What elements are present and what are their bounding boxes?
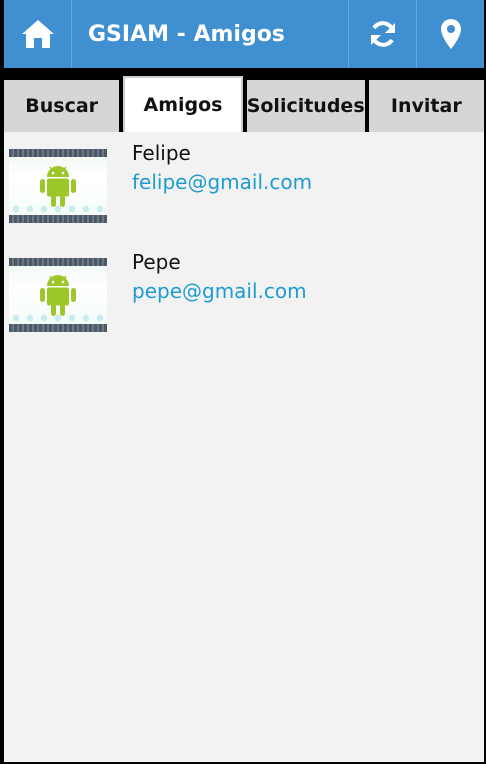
action-bar: GSIAM - Amigos: [4, 0, 484, 68]
list-item[interactable]: Felipe felipe@gmail.com: [4, 132, 484, 241]
avatar: [9, 149, 107, 223]
home-icon: [21, 19, 55, 49]
tab-bar: Buscar Amigos Solicitudes Invitar: [4, 76, 484, 132]
avatar: [9, 258, 107, 332]
tab-buscar[interactable]: Buscar: [4, 80, 120, 132]
friends-list: Felipe felipe@gmail.com Pepe pepe@gmail.…: [4, 132, 484, 762]
location-button[interactable]: [416, 0, 484, 68]
friend-name: Felipe: [132, 141, 191, 165]
location-pin-icon: [440, 18, 462, 50]
tab-invitar[interactable]: Invitar: [368, 80, 484, 132]
refresh-button[interactable]: [348, 0, 416, 68]
friend-name: Pepe: [132, 250, 181, 274]
friend-email[interactable]: pepe@gmail.com: [132, 279, 307, 303]
friend-email[interactable]: felipe@gmail.com: [132, 170, 312, 194]
tab-amigos[interactable]: Amigos: [123, 76, 243, 132]
tab-solicitudes[interactable]: Solicitudes: [246, 80, 365, 132]
app-title: GSIAM - Amigos: [88, 21, 285, 47]
list-item[interactable]: Pepe pepe@gmail.com: [4, 241, 484, 350]
home-button[interactable]: [4, 0, 72, 68]
refresh-icon: [369, 20, 397, 48]
